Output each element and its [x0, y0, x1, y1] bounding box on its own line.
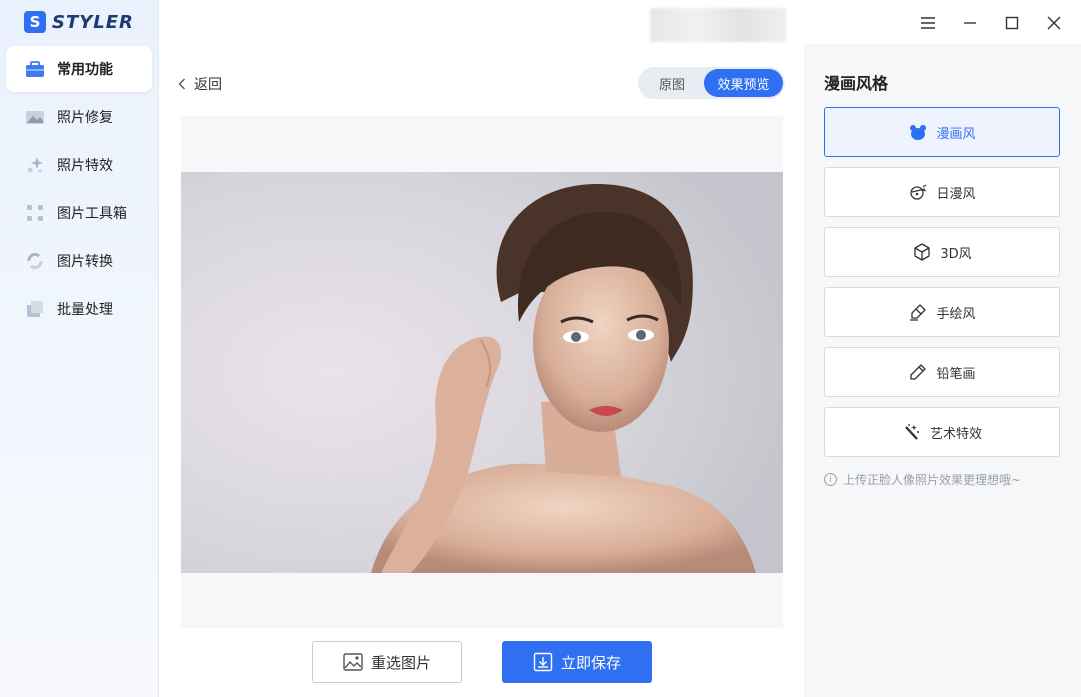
style-panel: 漫画风格 漫画风 日漫风 3D风 手绘风 铅笔画 艺术特效 i 上传正脸人像照片… [804, 44, 1081, 697]
tip-text: 上传正脸人像照片效果更理想哦~ [843, 473, 1022, 487]
ninja-icon [908, 182, 928, 202]
view-toggle: 原图 效果预览 [638, 67, 785, 99]
sidebar-item-label: 图片转换 [57, 254, 113, 270]
save-now-button[interactable]: 立即保存 [502, 641, 652, 683]
style-option-art-effects[interactable]: 艺术特效 [824, 407, 1060, 457]
back-label: 返回 [194, 77, 222, 93]
reselect-label: 重选图片 [370, 653, 431, 672]
sidebar-item-image-convert[interactable]: 图片转换 [6, 238, 152, 284]
pencil-icon [908, 362, 928, 382]
sidebar-item-photo-repair[interactable]: 照片修复 [6, 94, 152, 140]
style-list: 漫画风 日漫风 3D风 手绘风 铅笔画 艺术特效 [824, 107, 1060, 467]
sidebar: S STYLER 常用功能 照片修复 照片特效 图片工具箱 图片转换 批量处理 [0, 0, 159, 697]
panel-title: 漫画风格 [824, 74, 889, 93]
toolbox-icon [25, 59, 45, 79]
style-option-3d[interactable]: 3D风 [824, 227, 1060, 277]
sidebar-item-label: 批量处理 [57, 302, 113, 318]
close-icon[interactable] [1043, 12, 1065, 34]
style-label: 手绘风 [936, 306, 976, 322]
minimize-icon[interactable] [959, 12, 981, 34]
sidebar-item-common-functions[interactable]: 常用功能 [6, 46, 152, 92]
reselect-image-button[interactable]: 重选图片 [312, 641, 462, 683]
maximize-icon[interactable] [1001, 12, 1023, 34]
logo-text: STYLER [52, 11, 134, 33]
style-option-comic[interactable]: 漫画风 [824, 107, 1060, 157]
preview-area [181, 116, 783, 628]
sidebar-item-photo-effects[interactable]: 照片特效 [6, 142, 152, 188]
eraser-brush-icon [908, 302, 928, 322]
sidebar-item-label: 常用功能 [57, 62, 113, 78]
preview-image [181, 172, 783, 573]
tab-original[interactable]: 原图 [640, 69, 704, 97]
batch-icon [25, 299, 45, 319]
blurred-account-area [650, 8, 786, 42]
sparkle-effects-icon [25, 155, 45, 175]
save-label: 立即保存 [560, 653, 621, 672]
app-logo: S STYLER [24, 10, 134, 34]
sidebar-item-batch[interactable]: 批量处理 [6, 286, 152, 332]
magic-wand-icon [902, 422, 922, 442]
photo-repair-icon [25, 107, 45, 127]
style-label: 3D风 [940, 246, 972, 262]
sidebar-nav: 常用功能 照片修复 照片特效 图片工具箱 图片转换 批量处理 [6, 46, 152, 334]
menu-icon[interactable] [917, 12, 939, 34]
back-button[interactable]: 返回 [178, 74, 222, 94]
tab-effect-preview[interactable]: 效果预览 [704, 69, 783, 97]
style-label: 艺术特效 [929, 426, 982, 442]
cube-icon [912, 242, 932, 262]
bear-icon [908, 122, 928, 142]
image-icon [343, 653, 363, 671]
convert-icon [25, 251, 45, 271]
sidebar-item-label: 照片特效 [57, 158, 113, 174]
logo-mark: S [24, 11, 46, 33]
download-icon [533, 652, 553, 672]
style-label: 漫画风 [936, 126, 976, 142]
chevron-left-icon [178, 78, 185, 90]
sidebar-item-label: 图片工具箱 [57, 206, 127, 222]
style-label: 日漫风 [936, 186, 976, 202]
info-icon: i [824, 473, 837, 486]
sidebar-item-image-toolbox[interactable]: 图片工具箱 [6, 190, 152, 236]
sidebar-item-label: 照片修复 [57, 110, 113, 126]
upload-tip: i 上传正脸人像照片效果更理想哦~ [824, 471, 1021, 488]
style-option-anime[interactable]: 日漫风 [824, 167, 1060, 217]
style-option-pencil[interactable]: 铅笔画 [824, 347, 1060, 397]
style-option-handdrawn[interactable]: 手绘风 [824, 287, 1060, 337]
grid-tools-icon [25, 203, 45, 223]
style-label: 铅笔画 [936, 366, 976, 382]
